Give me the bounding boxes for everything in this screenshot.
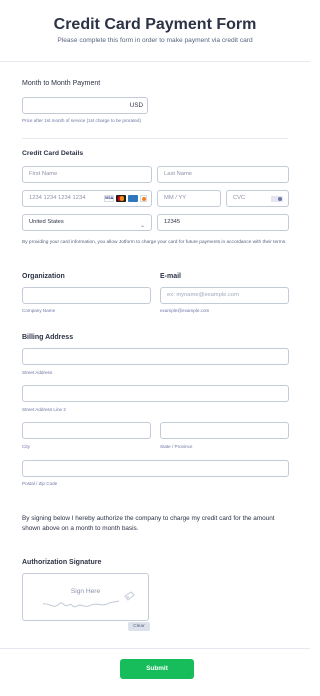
state-sublabel: State / Province: [160, 444, 193, 449]
clear-signature-button[interactable]: Clear: [128, 622, 150, 631]
billing-label: Billing Address: [22, 334, 74, 341]
email-label: E-mail: [160, 273, 182, 280]
expiry-input[interactable]: MM / YY: [157, 190, 221, 207]
discover-icon: [140, 195, 147, 202]
last-name-input[interactable]: Last Name: [157, 166, 289, 183]
street-address-2-input[interactable]: [22, 385, 289, 402]
card-zip-input[interactable]: 12345: [157, 214, 289, 231]
payment-label: Month to Month Payment: [22, 80, 101, 87]
street-address-2-sublabel: Street Address Line 2: [22, 407, 66, 412]
authorization-text: By signing below I hereby authorize the …: [22, 515, 275, 532]
country-select[interactable]: United States ⌄: [22, 214, 152, 231]
section-divider: [22, 138, 288, 139]
chevron-down-icon: ⌄: [139, 223, 145, 229]
city-sublabel: City: [22, 444, 30, 449]
organization-label: Organization: [22, 273, 65, 280]
form-header: Credit Card Payment Form Please complete…: [0, 0, 310, 62]
cvc-card-icon: [271, 196, 283, 202]
state-input[interactable]: [160, 422, 289, 439]
signature-scribble-icon: [42, 591, 135, 608]
submit-button[interactable]: Submit: [120, 659, 194, 679]
card-details-label: Credit Card Details: [22, 150, 84, 157]
currency-label: USD: [129, 102, 143, 109]
amex-icon: [128, 195, 138, 202]
card-zip-value: 12345: [164, 219, 181, 225]
card-number-input[interactable]: 1234 1234 1234 1234 VISA: [22, 190, 152, 207]
card-consent-text: By providing your card information, you …: [22, 240, 287, 245]
email-sublabel: example@example.com: [160, 308, 210, 313]
street-address-sublabel: Street Address: [22, 370, 53, 375]
organization-input[interactable]: [22, 287, 151, 304]
organization-sublabel: Company Name: [22, 308, 56, 313]
cvc-input[interactable]: CVC: [226, 190, 289, 207]
first-name-input[interactable]: First Name: [22, 166, 152, 183]
footer-divider: [0, 648, 310, 649]
email-input[interactable]: ex: myname@example.com: [160, 287, 289, 304]
card-brand-icons: VISA: [104, 195, 147, 202]
country-value: United States: [29, 219, 64, 225]
mastercard-icon: [116, 195, 126, 202]
visa-icon: VISA: [104, 195, 114, 202]
card-number-placeholder: 1234 1234 1234 1234: [29, 195, 86, 201]
form-subtitle: Please complete this form in order to ma…: [57, 37, 253, 44]
postal-code-sublabel: Postal / Zip Code: [22, 481, 58, 486]
form-title: Credit Card Payment Form: [53, 16, 257, 33]
payment-amount-input[interactable]: USD: [22, 97, 148, 114]
payment-note: Price after 1st month of service (1st ch…: [22, 118, 141, 123]
postal-code-input[interactable]: [22, 460, 289, 477]
city-input[interactable]: [22, 422, 151, 439]
cvc-placeholder: CVC: [233, 195, 246, 201]
signature-label: Authorization Signature: [22, 559, 102, 566]
street-address-input[interactable]: [22, 348, 289, 365]
signature-pad[interactable]: Sign Here: [22, 573, 149, 621]
